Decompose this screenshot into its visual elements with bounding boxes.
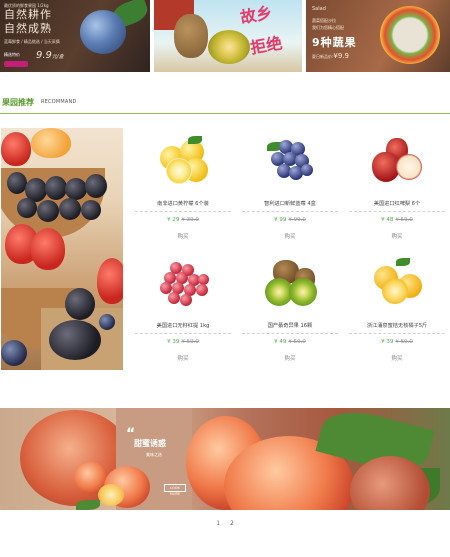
section-subtitle: RECOMMAND: [41, 99, 77, 105]
section-title: 果园推荐: [2, 98, 34, 107]
kiwi-whole-image: [174, 14, 208, 58]
blackberry: [7, 172, 27, 194]
peach-half: [98, 484, 124, 506]
product-grid: 南非进口黄柠檬 6个装 ¥ 29 ¥ 39.0 购买 智利进口新鲜蓝莓 4盒 ¥ …: [131, 128, 449, 368]
banner-title-1: 故乡: [238, 2, 274, 28]
blueberry-image: [80, 10, 126, 54]
blackberry: [45, 176, 67, 200]
banner-tiny-text: Salad: [312, 6, 326, 12]
banner-tag: 精选特价: [4, 52, 20, 57]
blueberry-image: [265, 138, 315, 184]
banner-price: 夏日新品价:¥9.9: [312, 52, 349, 60]
product-card[interactable]: 美国进口无籽红提 1kg ¥ 39 ¥ 59.0 购买: [131, 250, 235, 368]
blackberry: [49, 320, 101, 360]
tangerine-image: [372, 258, 422, 306]
banner-price: 9.9元/盒: [36, 50, 64, 61]
divider: [242, 333, 338, 334]
salad-bowl-image: [380, 6, 440, 64]
blackberry: [65, 178, 87, 200]
blackberry: [37, 200, 59, 222]
buy-button[interactable]: 购买: [238, 354, 342, 362]
leaf-decoration: [76, 500, 100, 510]
red-grape-image: [158, 260, 209, 306]
blackberry: [81, 200, 101, 220]
product-name: 美国进口无籽红提 1kg: [156, 323, 210, 329]
banner-tag-pill: [4, 61, 28, 67]
divider: [135, 211, 231, 212]
divider: [349, 211, 445, 212]
divider: [349, 333, 445, 334]
look-more-button[interactable]: LOOK MORE: [164, 484, 186, 496]
banner-row: 最优质的鲜食果园 1/2kg 自然耕作 自然成熟 蓝莓鲜食 / 精品挑选 / 当…: [0, 0, 450, 72]
blueberry: [1, 340, 27, 366]
banner-line-1: 蔬菜搭配沙拉: [312, 18, 336, 23]
page-2-link[interactable]: 2: [230, 520, 234, 527]
product-price: ¥ 99 ¥ 99.0: [274, 217, 306, 223]
red-pear-image: [372, 138, 422, 184]
promo-subtitle: 美味之选: [146, 452, 162, 457]
strawberry: [31, 228, 65, 270]
blackberry: [65, 288, 95, 320]
banner-subtitle: 蓝莓鲜食 / 精品挑选 / 当天采摘: [4, 39, 60, 44]
buy-button[interactable]: 购买: [131, 354, 235, 362]
strawberry: [1, 132, 31, 166]
banner-heading-1: 自然耕作: [4, 8, 52, 21]
product-card[interactable]: 智利进口新鲜蓝莓 4盒 ¥ 99 ¥ 99.0 购买: [238, 128, 342, 246]
product-name: 智利进口新鲜蓝莓 4盒: [264, 201, 316, 207]
blackberry: [85, 174, 107, 198]
buy-button[interactable]: 购买: [345, 354, 449, 362]
buy-button[interactable]: 购买: [131, 232, 235, 240]
product-price: ¥ 48 ¥ 59.0: [381, 217, 413, 223]
peach-promo-banner[interactable]: “ 甜蜜诱惑 美味之选 LOOK MORE: [0, 408, 450, 510]
buy-button[interactable]: 购买: [238, 232, 342, 240]
product-price: ¥ 49 ¥ 59.0: [274, 339, 306, 345]
divider: [135, 333, 231, 334]
lemon-image: [158, 136, 208, 184]
peach-bg: [31, 128, 71, 158]
product-price: ¥ 39 ¥ 59.0: [167, 339, 199, 345]
banner-kiwi[interactable]: 故乡 拒绝: [154, 0, 302, 72]
buy-button[interactable]: 购买: [345, 232, 449, 240]
banner-title-2: 拒绝: [248, 33, 284, 58]
product-name: 南非进口黄柠檬 6个装: [157, 201, 209, 207]
product-price: ¥ 29 ¥ 39.0: [167, 217, 199, 223]
product-card[interactable]: 国产綦奇异果 16颗 ¥ 49 ¥ 59.0 购买: [238, 250, 342, 368]
banner-heading: 9种蔬果: [312, 36, 357, 49]
blueberry: [99, 314, 115, 330]
pagination: 1 2: [0, 520, 450, 527]
blackberry: [59, 198, 81, 220]
featured-berries-image[interactable]: [1, 128, 123, 370]
banner-heading-2: 自然成熟: [4, 22, 52, 35]
section-header: 果园推荐 RECOMMAND: [0, 94, 450, 114]
product-name: 美国进口红啤梨 6个: [373, 201, 421, 207]
product-name: 国产綦奇异果 16颗: [267, 323, 313, 329]
product-card[interactable]: 浙江涌泉蜜桔无核橘子5斤 ¥ 39 ¥ 59.0 购买: [345, 250, 449, 368]
strawberry: [97, 258, 123, 304]
product-price: ¥ 39 ¥ 59.0: [381, 339, 413, 345]
divider: [242, 211, 338, 212]
kiwi-cut-image: [208, 30, 250, 64]
product-name: 浙江涌泉蜜桔无核橘子5斤: [366, 323, 428, 329]
promo-title: 甜蜜诱惑: [134, 439, 166, 448]
banner-blueberry[interactable]: 最优质的鲜食果园 1/2kg 自然耕作 自然成熟 蓝莓鲜食 / 精品挑选 / 当…: [0, 0, 150, 72]
product-card[interactable]: 南非进口黄柠檬 6个装 ¥ 29 ¥ 39.0 购买: [131, 128, 235, 246]
banner-line-2: 我们为您精心搭配: [312, 25, 344, 30]
product-card[interactable]: 美国进口红啤梨 6个 ¥ 48 ¥ 59.0 购买: [345, 128, 449, 246]
kiwi-image: [265, 260, 317, 306]
page-1-link[interactable]: 1: [216, 520, 220, 527]
banner-salad[interactable]: Salad 蔬菜搭配沙拉 我们为您精心搭配 9种蔬果 夏日新品价:¥9.9: [306, 0, 450, 72]
blackberry: [17, 198, 37, 218]
